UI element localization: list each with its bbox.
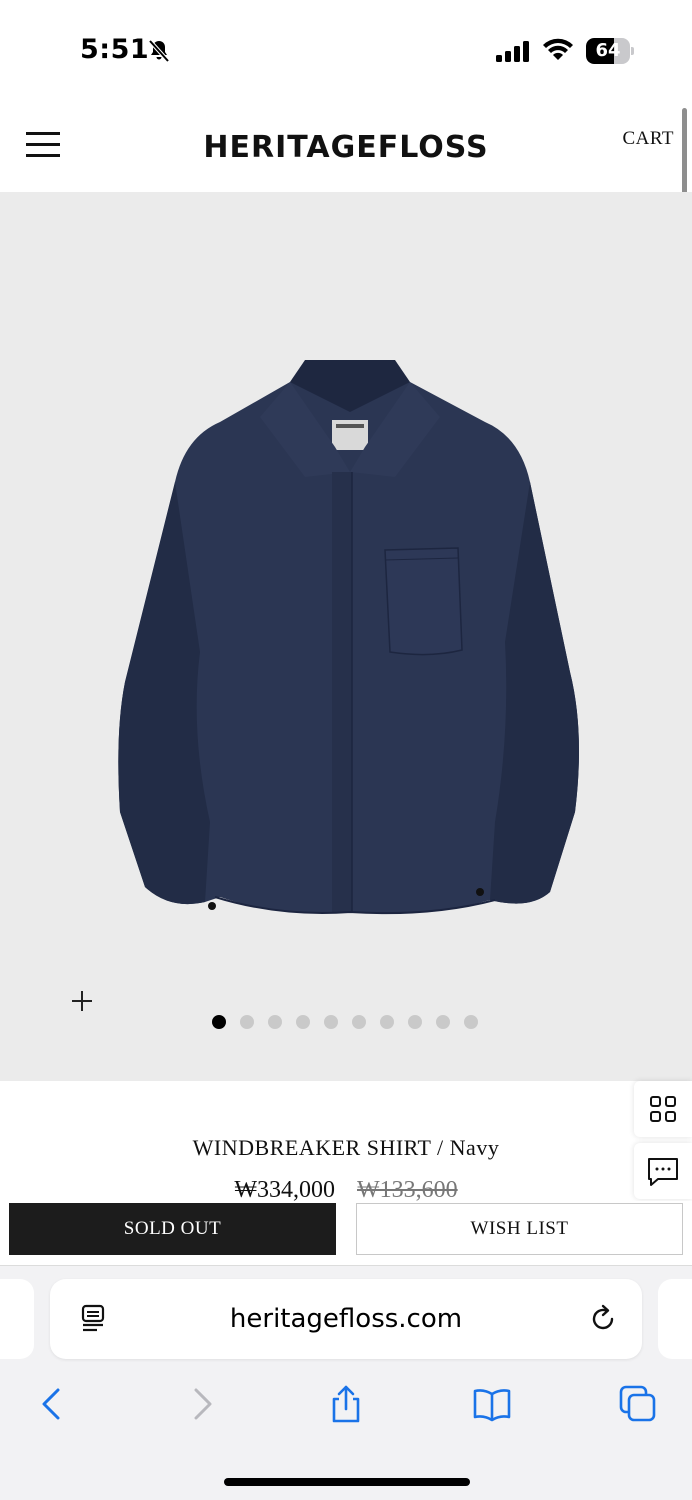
browser-toolbar: heritagefloss.com	[0, 1265, 692, 1500]
product-name: WINDBREAKER SHIRT / Navy	[192, 1135, 500, 1160]
product-info: WINDBREAKER SHIRT / Navy ₩334,000 ₩133,60…	[0, 1081, 692, 1201]
carousel-dot[interactable]	[464, 1015, 478, 1029]
side-widgets	[634, 1081, 692, 1199]
grid-widget-button[interactable]	[634, 1081, 692, 1137]
site-header: HERITAGEFLOSS CART	[0, 100, 692, 192]
battery-level: 64	[595, 40, 621, 61]
previous-tab-peek[interactable]	[0, 1279, 34, 1359]
reload-icon[interactable]	[588, 1303, 620, 1335]
carousel-dot[interactable]	[212, 1015, 226, 1029]
back-icon[interactable]	[32, 1384, 72, 1424]
carousel-dot[interactable]	[268, 1015, 282, 1029]
price-row: ₩334,000 ₩133,600	[0, 1177, 692, 1201]
chat-widget-button[interactable]	[634, 1143, 692, 1199]
cart-link[interactable]: CART	[622, 128, 674, 150]
wish-list-button[interactable]: WISH LIST	[356, 1203, 683, 1255]
bell-slash-icon	[148, 39, 170, 63]
carousel-dot[interactable]	[436, 1015, 450, 1029]
carousel-dot[interactable]	[296, 1015, 310, 1029]
url-text[interactable]: heritagefloss.com	[50, 1304, 642, 1334]
chat-icon	[648, 1158, 678, 1186]
carousel-dot[interactable]	[408, 1015, 422, 1029]
forward-icon[interactable]	[182, 1384, 222, 1424]
carousel-dot[interactable]	[380, 1015, 394, 1029]
share-icon[interactable]	[326, 1384, 366, 1424]
grid-icon	[650, 1096, 676, 1122]
battery-icon: 64	[586, 38, 634, 64]
price: ₩334,000	[234, 1177, 335, 1201]
plus-icon[interactable]	[70, 989, 94, 1013]
brand-logo[interactable]: HERITAGEFLOSS	[0, 130, 692, 165]
carousel-dot[interactable]	[324, 1015, 338, 1029]
wifi-icon	[543, 38, 573, 60]
status-bar: 5:51 64	[0, 0, 692, 100]
bookmarks-icon[interactable]	[472, 1384, 512, 1424]
sold-out-button[interactable]: SOLD OUT	[9, 1203, 336, 1255]
cellular-signal-icon	[496, 41, 529, 62]
carousel-dot[interactable]	[352, 1015, 366, 1029]
carousel-dot[interactable]	[240, 1015, 254, 1029]
product-actions: SOLD OUT WISH LIST	[0, 1201, 692, 1265]
home-indicator[interactable]	[224, 1478, 470, 1486]
address-bar[interactable]: heritagefloss.com	[50, 1279, 642, 1359]
product-photo	[118, 360, 579, 915]
product-image-gallery[interactable]	[0, 192, 692, 1081]
carousel-dots[interactable]	[212, 1015, 478, 1029]
status-time: 5:51	[80, 34, 150, 65]
sale-price: ₩133,600	[357, 1177, 458, 1201]
next-tab-peek[interactable]	[658, 1279, 692, 1359]
tabs-icon[interactable]	[618, 1384, 658, 1424]
